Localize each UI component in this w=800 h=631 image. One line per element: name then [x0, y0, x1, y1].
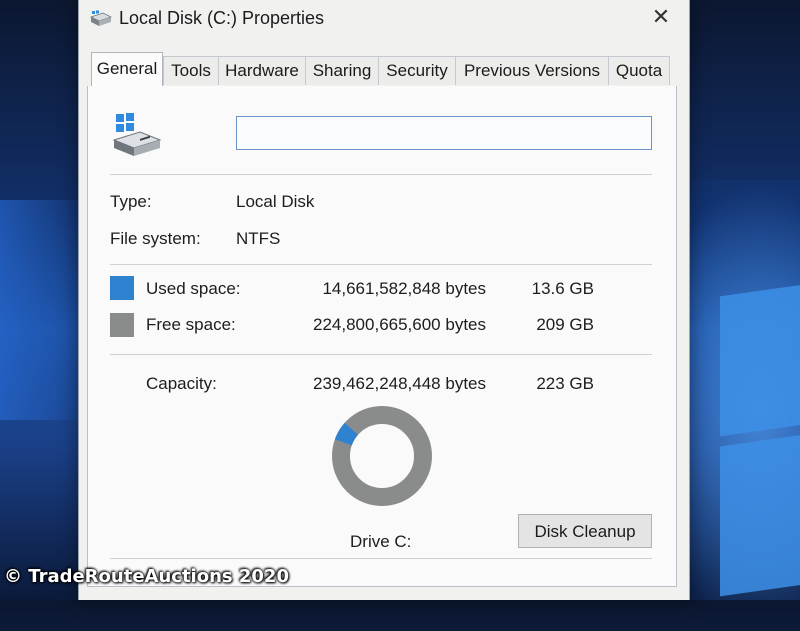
free-space-swatch: [110, 313, 134, 337]
free-space-bytes: 224,800,665,600 bytes: [313, 315, 486, 334]
drive-caption: Drive C:: [350, 532, 412, 551]
separator-middle: [110, 264, 652, 265]
tab-tools[interactable]: Tools: [163, 56, 219, 85]
capacity-size: 223 GB: [536, 374, 594, 393]
separator-top: [110, 174, 652, 175]
desktop-background-left: [0, 200, 90, 420]
tab-sharing[interactable]: Sharing: [305, 56, 379, 85]
capacity-label: Capacity:: [146, 374, 217, 393]
tab-quota[interactable]: Quota: [608, 56, 670, 85]
separator-footer: [110, 558, 652, 559]
tab-hardware[interactable]: Hardware: [218, 56, 306, 85]
used-space-size: 13.6 GB: [531, 279, 594, 298]
tab-previous-versions[interactable]: Previous Versions: [455, 56, 609, 85]
tab-general[interactable]: General: [91, 52, 163, 86]
used-space-label: Used space:: [146, 279, 241, 298]
disk-usage-donut-chart: [332, 406, 432, 506]
disk-cleanup-button[interactable]: Disk Cleanup: [518, 514, 652, 548]
filesystem-value: NTFS: [236, 229, 281, 248]
free-space-size: 209 GB: [536, 315, 594, 334]
local-disk-icon: [110, 110, 166, 160]
tab-security[interactable]: Security: [378, 56, 456, 85]
close-button[interactable]: ✕: [645, 4, 677, 32]
used-space-bytes: 14,661,582,848 bytes: [322, 279, 486, 298]
type-label: Type:: [110, 192, 152, 211]
free-space-label: Free space:: [146, 315, 236, 334]
separator-bottom: [110, 354, 652, 355]
properties-dialog: Local Disk (C:) Properties ✕ General Too…: [78, 0, 690, 600]
copyright-watermark: © TradeRouteAuctions 2020: [4, 566, 289, 587]
drive-icon: [89, 9, 113, 29]
filesystem-label: File system:: [110, 229, 201, 248]
drive-label-input[interactable]: [236, 116, 652, 150]
general-tab-panel: Type: Local Disk File system: NTFS Used …: [87, 86, 677, 587]
windows-logo-wallpaper: [690, 279, 800, 630]
used-space-swatch: [110, 276, 134, 300]
title-bar: Local Disk (C:) Properties ✕: [79, 0, 689, 40]
free-space-ring: [332, 406, 432, 506]
capacity-bytes: 239,462,248,448 bytes: [313, 374, 486, 393]
tab-strip: General Tools Hardware Sharing Security …: [87, 52, 677, 87]
window-title: Local Disk (C:) Properties: [119, 8, 325, 28]
type-value: Local Disk: [236, 192, 315, 211]
